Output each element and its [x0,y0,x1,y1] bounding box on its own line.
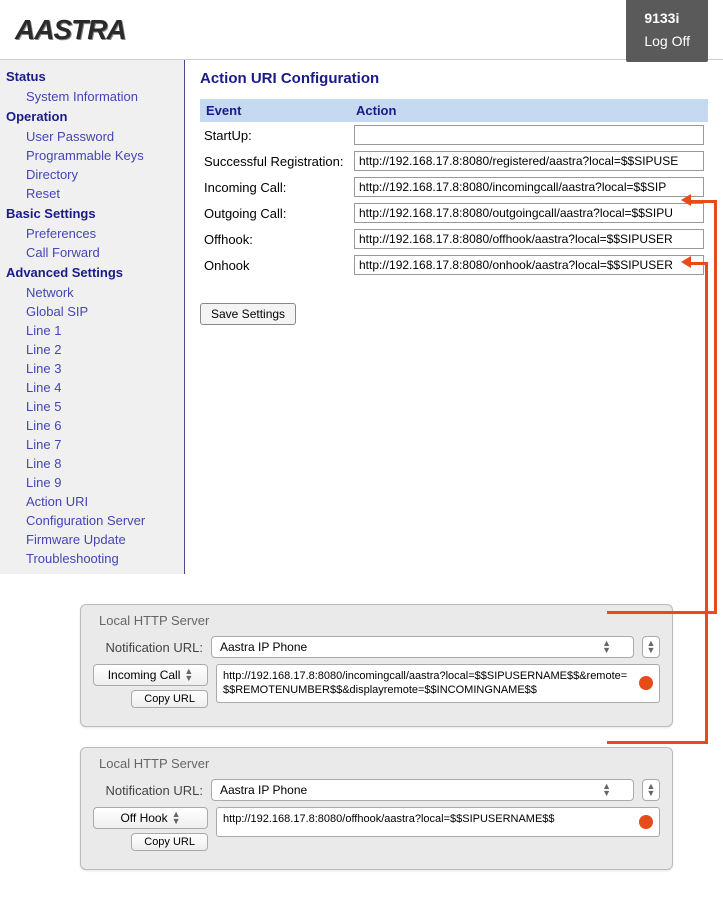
sidebar-heading[interactable]: Advanced Settings [6,262,184,283]
sidebar-item[interactable]: Programmable Keys [6,146,184,165]
action-input[interactable] [354,203,704,223]
event-label: Incoming Call: [200,174,350,200]
btn-label: Incoming Call [108,668,181,682]
sidebar-item[interactable]: Line 7 [6,435,184,454]
sidebar-item[interactable]: Global SIP [6,302,184,321]
notification-url-label: Notification URL: [93,783,203,798]
local-http-server-panel-1: Local HTTP Server Notification URL: Aast… [80,604,673,727]
connector-dot-icon [639,815,653,829]
sidebar-item[interactable]: Line 9 [6,473,184,492]
header: AASTRA 9133i Log Off [0,0,723,60]
panel-title: Local HTTP Server [93,756,660,771]
main-content: Action URI Configuration Event Action St… [185,60,723,574]
url-text: http://192.168.17.8:8080/incomingcall/aa… [223,670,627,696]
incoming-call-select[interactable]: Incoming Call ▲▼ [93,664,208,686]
page-title: Action URI Configuration [200,70,708,87]
url-text: http://192.168.17.8:8080/offhook/aastra?… [223,813,555,825]
event-label: Outgoing Call: [200,200,350,226]
table-row: StartUp: [200,122,708,148]
sidebar-item[interactable]: Reset [6,184,184,203]
sidebar-item[interactable]: Line 8 [6,454,184,473]
notification-url-select[interactable]: Aastra IP Phone ▲▼ [211,779,634,801]
arrow-icon [681,194,691,206]
action-input[interactable] [354,229,704,249]
event-label: StartUp: [200,122,350,148]
action-input[interactable] [354,255,704,275]
stepper[interactable]: ▲▼ [642,636,660,658]
sidebar-heading[interactable]: Basic Settings [6,203,184,224]
action-input[interactable] [354,177,704,197]
notification-url-label: Notification URL: [93,640,203,655]
model-label: 9133i [644,10,679,26]
arrow-icon [681,256,691,268]
sidebar-item[interactable]: Directory [6,165,184,184]
sidebar-item[interactable]: Firmware Update [6,530,184,549]
sidebar-item[interactable]: Line 1 [6,321,184,340]
panel-title: Local HTTP Server [93,613,660,628]
sidebar-item[interactable]: Action URI [6,492,184,511]
header-right: 9133i Log Off [626,0,708,62]
url-display: http://192.168.17.8:8080/incomingcall/aa… [216,664,660,703]
table-row: Successful Registration: [200,148,708,174]
table-row: Outgoing Call: [200,200,708,226]
event-label: Offhook: [200,226,350,252]
sidebar-item[interactable]: Call Forward [6,243,184,262]
copy-url-button[interactable]: Copy URL [131,690,208,708]
action-uri-table: Event Action StartUp:Successful Registra… [200,99,708,278]
sidebar-item[interactable]: Configuration Server [6,511,184,530]
sidebar-item[interactable]: Line 4 [6,378,184,397]
stepper[interactable]: ▲▼ [642,779,660,801]
select-value: Aastra IP Phone [220,783,307,797]
btn-label: Off Hook [120,811,167,825]
col-event: Event [200,99,350,122]
table-row: Offhook: [200,226,708,252]
updown-icon: ▲▼ [184,668,193,682]
event-label: Onhook [200,252,350,278]
logoff-link[interactable]: Log Off [644,30,690,52]
sidebar-item[interactable]: User Password [6,127,184,146]
sidebar-item[interactable]: Troubleshooting [6,549,184,568]
sidebar: StatusSystem InformationOperationUser Pa… [0,60,185,574]
copy-url-button[interactable]: Copy URL [131,833,208,851]
notification-url-select[interactable]: Aastra IP Phone ▲▼ [211,636,634,658]
sidebar-item[interactable]: Line 6 [6,416,184,435]
action-input[interactable] [354,125,704,145]
sidebar-item[interactable]: Line 2 [6,340,184,359]
table-row: Incoming Call: [200,174,708,200]
table-row: Onhook [200,252,708,278]
local-http-server-panel-2: Local HTTP Server Notification URL: Aast… [80,747,673,870]
brand-logo: AASTRA [15,14,126,46]
connector-dot-icon [639,676,653,690]
action-input[interactable] [354,151,704,171]
sidebar-item[interactable]: Network [6,283,184,302]
updown-icon: ▲▼ [602,783,611,797]
sidebar-item[interactable]: System Information [6,87,184,106]
url-display: http://192.168.17.8:8080/offhook/aastra?… [216,807,660,837]
sidebar-heading[interactable]: Status [6,66,184,87]
select-value: Aastra IP Phone [220,640,307,654]
sidebar-item[interactable]: Line 3 [6,359,184,378]
save-settings-button[interactable]: Save Settings [200,303,296,325]
sidebar-item[interactable]: Line 5 [6,397,184,416]
col-action: Action [350,99,708,122]
updown-icon: ▲▼ [602,640,611,654]
sidebar-heading[interactable]: Operation [6,106,184,127]
updown-icon: ▲▼ [172,811,181,825]
offhook-select[interactable]: Off Hook ▲▼ [93,807,208,829]
sidebar-item[interactable]: Preferences [6,224,184,243]
event-label: Successful Registration: [200,148,350,174]
